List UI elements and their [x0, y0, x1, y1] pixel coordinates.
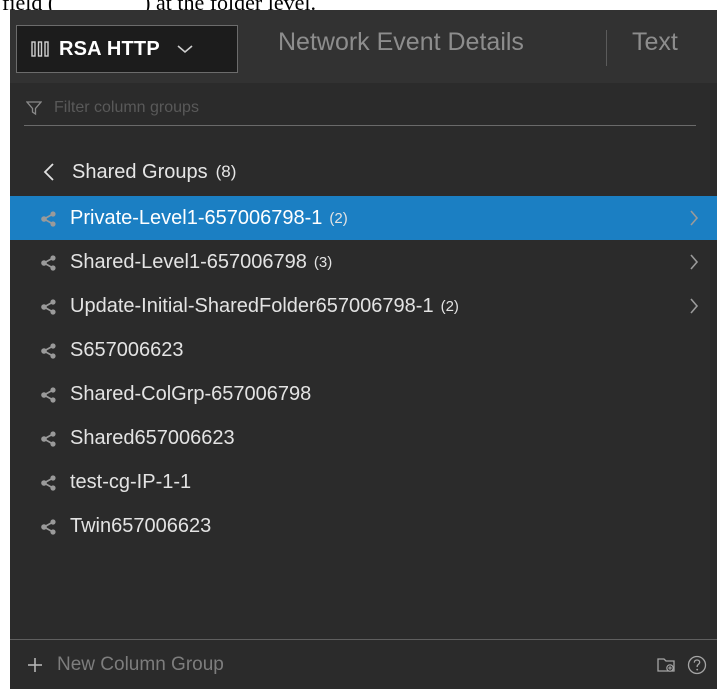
list-item-name: Shared-ColGrp-657006798: [70, 382, 312, 405]
filter-row: [24, 91, 696, 126]
column-group-dropdown-label: RSA HTTP: [59, 37, 160, 60]
list-item-name: Twin657006623: [70, 514, 212, 537]
list-item[interactable]: Update-Initial-SharedFolder657006798-1 (…: [10, 284, 717, 328]
share-icon: [41, 210, 56, 227]
list-item[interactable]: Private-Level1-657006798-1 (2): [10, 196, 717, 240]
list-item-name: Shared-Level1-657006798: [70, 250, 307, 273]
dropdown-footer: New Column Group: [10, 639, 717, 689]
tab-bar: RSA HTTP Network Event Details Text: [10, 10, 717, 83]
folder-add-icon[interactable]: [657, 656, 677, 674]
tab-divider: [606, 30, 607, 66]
filter-column-groups-input[interactable]: [52, 98, 656, 118]
share-icon: [41, 474, 56, 491]
column-group-list: Private-Level1-657006798-1 (2) Shared-Le…: [10, 196, 717, 548]
list-item-name: Update-Initial-SharedFolder657006798-1: [70, 294, 434, 317]
chevron-down-icon: [177, 45, 193, 54]
tab-text[interactable]: Text: [632, 28, 678, 57]
chevron-right-icon[interactable]: [689, 208, 699, 228]
group-count: (8): [215, 162, 237, 181]
group-title: Shared Groups: [72, 160, 208, 183]
share-icon: [41, 298, 56, 315]
column-group-dropdown-button[interactable]: RSA HTTP: [16, 25, 238, 73]
share-icon: [41, 254, 56, 271]
list-item-name: Shared657006623: [70, 426, 235, 449]
document-snippet-text: field (________) at the folder level.: [2, 0, 316, 10]
list-item[interactable]: test-cg-IP-1-1: [10, 460, 717, 504]
new-column-group-button[interactable]: New Column Group: [57, 654, 224, 676]
share-icon: [41, 430, 56, 447]
tab-network-event-details[interactable]: Network Event Details: [278, 28, 524, 57]
share-icon: [41, 342, 56, 359]
chevron-left-icon[interactable]: [43, 162, 55, 182]
filter-icon: [26, 101, 42, 116]
chevron-right-icon[interactable]: [689, 296, 699, 316]
plus-icon[interactable]: [26, 656, 44, 674]
list-item-name: test-cg-IP-1-1: [70, 470, 192, 493]
share-icon: [41, 386, 56, 403]
document-text-snippet: field (________) at the folder level.: [0, 0, 717, 10]
shared-groups-back-header[interactable]: Shared Groups (8): [10, 151, 717, 193]
columns-icon: [31, 41, 49, 57]
chevron-right-icon[interactable]: [689, 252, 699, 272]
list-item-name: S657006623: [70, 338, 184, 361]
column-group-dropdown-panel: Shared Groups (8) Private-Level1-6570067…: [10, 83, 717, 689]
list-item-count: (3): [313, 253, 333, 271]
help-icon[interactable]: [687, 655, 707, 675]
list-item-count: (2): [440, 297, 459, 315]
list-item[interactable]: Twin657006623: [10, 504, 717, 548]
share-icon: [41, 518, 56, 535]
list-item-name: Private-Level1-657006798-1: [70, 206, 323, 229]
list-item[interactable]: Shared-Level1-657006798 (3): [10, 240, 717, 284]
list-item[interactable]: Shared657006623: [10, 416, 717, 460]
list-item-count: (2): [329, 209, 348, 227]
list-item[interactable]: Shared-ColGrp-657006798: [10, 372, 717, 416]
list-item[interactable]: S657006623: [10, 328, 717, 372]
column-group-app: RSA HTTP Network Event Details Text Shar…: [10, 10, 717, 689]
